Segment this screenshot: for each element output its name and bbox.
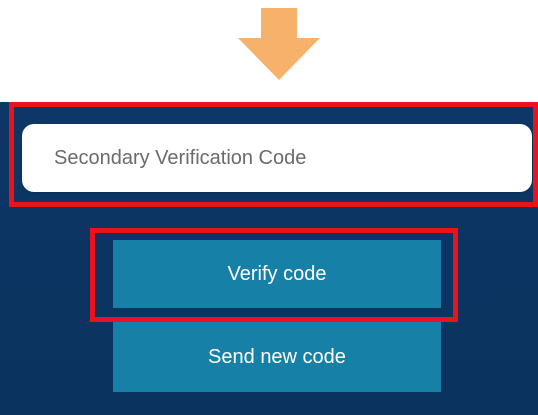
arrow-down-icon — [238, 8, 320, 80]
verification-code-input[interactable] — [22, 124, 532, 192]
verification-code-field-container — [22, 124, 532, 192]
send-new-code-button[interactable]: Send new code — [113, 322, 441, 392]
verify-code-button[interactable]: Verify code — [113, 240, 441, 308]
